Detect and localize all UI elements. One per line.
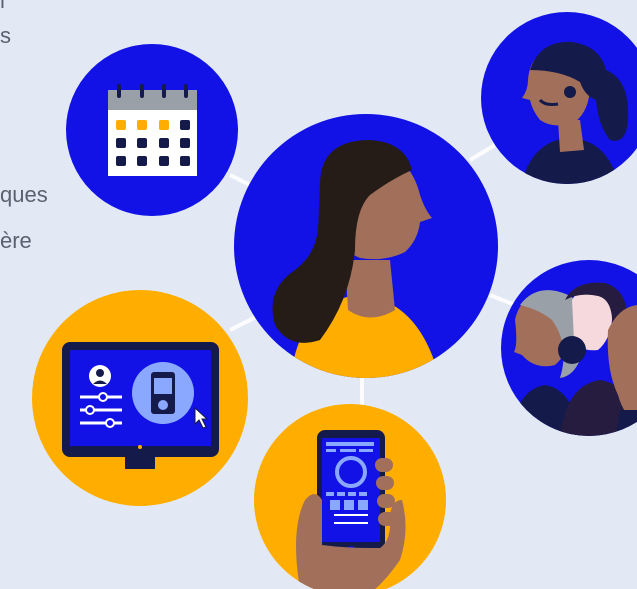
monitor-dashboard — [32, 290, 248, 506]
calendar-circle — [66, 44, 238, 216]
network-illustration — [32, 12, 637, 589]
agent-headset-portrait — [481, 12, 637, 184]
woman-profile-portrait — [234, 114, 498, 378]
smartphone-in-hand — [254, 404, 446, 589]
group-profiles — [501, 260, 637, 436]
calendar-icon — [108, 84, 197, 176]
